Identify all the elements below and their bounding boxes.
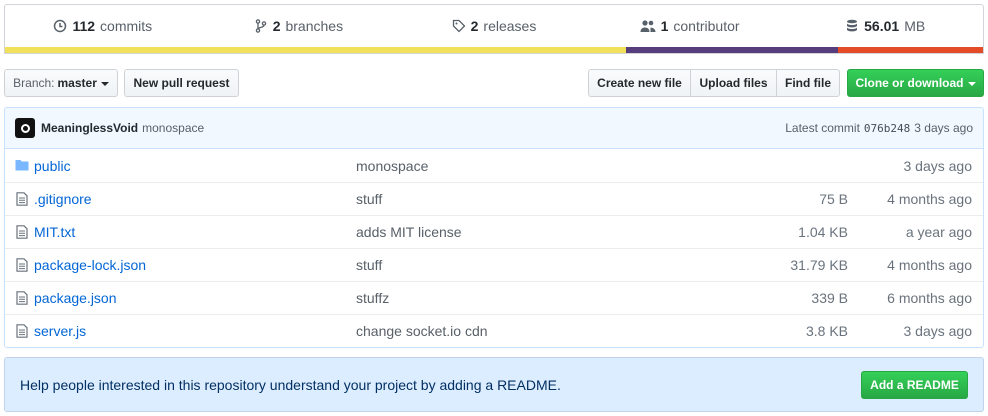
file-commit-message[interactable]: change socket.io cdn: [356, 323, 488, 339]
language-bar[interactable]: [5, 47, 983, 53]
file-commit-message[interactable]: stuff: [356, 257, 382, 273]
commit-age: 3 days ago: [914, 121, 973, 135]
chevron-down-icon: [967, 82, 976, 86]
file-size: 3.8 KB: [805, 323, 848, 339]
size-value: 56.01: [864, 18, 900, 34]
branches-link[interactable]: 2 branches: [201, 18, 397, 34]
file-age: 4 months ago: [887, 191, 972, 207]
commit-author[interactable]: MeaninglessVoid: [41, 121, 138, 135]
file-name-link[interactable]: server.js: [34, 323, 86, 339]
file-age: 3 days ago: [903, 323, 973, 339]
language-segment[interactable]: [626, 47, 839, 53]
file-icon: [16, 192, 28, 206]
file-row: package-lock.json stuff 31.79 KB 4 months a…: [5, 248, 983, 281]
file-row: .gitignore stuff 75 B 4 months ago: [5, 182, 983, 215]
branches-count: 2: [272, 18, 281, 34]
branch-prefix: Branch:: [13, 76, 55, 90]
file-icon: [16, 258, 28, 272]
language-segment[interactable]: [5, 47, 627, 53]
branch-name: master: [57, 76, 97, 90]
contributors-label: contributor: [673, 18, 740, 34]
file-size: 1.04 KB: [798, 224, 848, 240]
file-icon: [16, 291, 28, 305]
file-row: package.json stuffz 339 B 6 months ago: [5, 281, 983, 314]
commits-count: 112: [72, 18, 96, 34]
branches-label: branches: [285, 18, 344, 34]
releases-link[interactable]: 2 releases: [396, 18, 592, 34]
language-segment[interactable]: [838, 47, 983, 53]
find-file-button[interactable]: Find file: [776, 69, 840, 97]
create-new-file-button[interactable]: Create new file: [588, 69, 691, 97]
avatar-icon: [20, 123, 30, 133]
history-icon: [54, 19, 67, 33]
latest-commit-info: Latest commit 076b248 3 days ago: [785, 121, 973, 135]
avatar[interactable]: [15, 118, 35, 138]
file-name-link[interactable]: .gitignore: [34, 191, 92, 207]
latest-commit-bar: MeaninglessVoid monospace Latest commit …: [5, 108, 983, 149]
file-row: server.js change socket.io cdn 3.8 KB 3 day…: [5, 314, 983, 347]
file-commit-message[interactable]: monospace: [356, 158, 428, 174]
file-icon: [16, 324, 28, 338]
file-commit-message[interactable]: adds MIT license: [356, 224, 462, 240]
commit-message[interactable]: monospace: [142, 121, 204, 135]
commits-link[interactable]: 112 commits: [5, 18, 201, 34]
file-size: 75 B: [819, 191, 848, 207]
file-actions-group: Create new file Upload files Find file: [588, 69, 840, 97]
file-age: a year ago: [905, 224, 972, 240]
file-commit-message[interactable]: stuff: [356, 191, 382, 207]
file-table: MeaninglessVoid monospace Latest commit …: [4, 107, 984, 348]
file-row: MIT.txt adds MIT license 1.04 KB a year ago: [5, 215, 983, 248]
readme-prompt-text: Help people interested in this repositor…: [20, 376, 561, 393]
size-unit: MB: [904, 18, 926, 34]
database-icon: [847, 19, 858, 32]
commit-sha[interactable]: 076b248: [864, 122, 910, 135]
branch-select-button[interactable]: Branch: master: [4, 69, 118, 97]
commits-label: commits: [100, 18, 153, 34]
file-name-link[interactable]: package.json: [34, 290, 117, 306]
file-size: 31.79 KB: [790, 257, 848, 273]
new-pull-request-button[interactable]: New pull request: [124, 69, 239, 97]
file-icon: [16, 225, 28, 239]
releases-count: 2: [470, 18, 479, 34]
chevron-down-icon: [100, 82, 109, 86]
clone-or-download-button[interactable]: Clone or download: [847, 69, 984, 97]
file-list: public monospace 3 days ago .gitignore stuff…: [5, 149, 983, 347]
people-icon: [640, 20, 656, 32]
releases-label: releases: [483, 18, 537, 34]
readme-prompt: Help people interested in this repositor…: [4, 357, 984, 412]
file-name-link[interactable]: MIT.txt: [34, 224, 75, 240]
file-age: 6 months ago: [887, 290, 972, 306]
file-size: 339 B: [811, 290, 848, 306]
branch-icon: [255, 19, 266, 33]
latest-commit-label: Latest commit: [785, 121, 860, 135]
upload-files-button[interactable]: Upload files: [690, 69, 777, 97]
file-age: 3 days ago: [903, 157, 973, 174]
contributors-link[interactable]: 1 contributor: [592, 18, 788, 34]
file-name-link[interactable]: package-lock.json: [34, 257, 146, 273]
file-name-link[interactable]: public: [34, 158, 71, 174]
repo-size: 56.01 MB: [787, 18, 983, 34]
add-readme-button[interactable]: Add a README: [861, 371, 968, 399]
folder-icon: [15, 160, 29, 171]
repo-summary: 112 commits 2 branches 2 releases 1 cont…: [4, 4, 984, 54]
clone-label: Clone or download: [855, 76, 964, 90]
file-commit-message[interactable]: stuffz: [356, 290, 389, 306]
file-age: 4 months ago: [887, 257, 972, 273]
file-row: public monospace 3 days ago: [5, 149, 983, 182]
tag-icon: [452, 19, 466, 33]
contributors-count: 1: [660, 18, 669, 34]
